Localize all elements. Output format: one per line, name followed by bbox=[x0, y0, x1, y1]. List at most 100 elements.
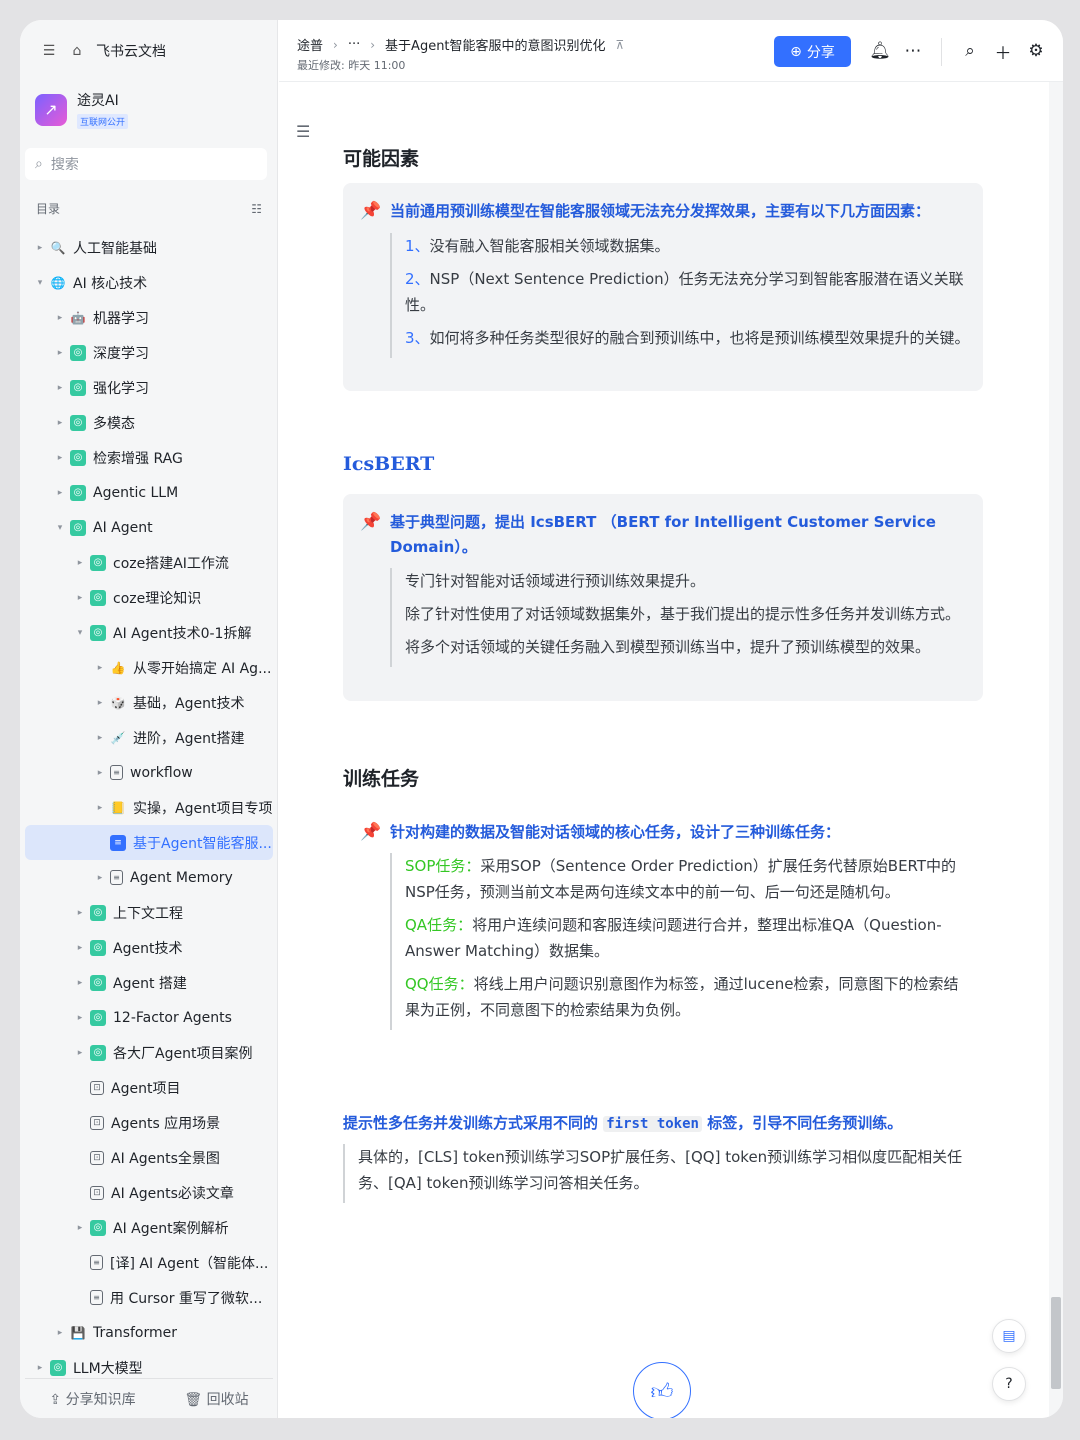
list-item: SOP任务：采用SOP（Sentence Order Prediction）扩展… bbox=[405, 853, 970, 905]
bluedoc-icon: ≡ bbox=[110, 834, 126, 851]
trash-label: 回收站 bbox=[206, 1391, 249, 1408]
sidebar-tree-item[interactable]: ▸ ◎ 多模态 bbox=[25, 405, 273, 440]
search-input[interactable]: ⌕ 搜索 bbox=[25, 148, 267, 180]
more-icon[interactable]: ⋯ bbox=[902, 40, 924, 62]
callout-title: 当前通用预训练模型在智能客服领域无法充分发挥效果，主要有以下几方面因素： bbox=[390, 202, 931, 220]
scrollbar[interactable] bbox=[1049, 82, 1063, 1418]
sidebar-tree-item[interactable]: ▸ ◎ 12-Factor Agents bbox=[25, 1000, 273, 1035]
sidebar-tree-item[interactable]: ▸ ≡ workflow bbox=[25, 755, 273, 790]
caret-down-icon[interactable]: ▾ bbox=[33, 278, 47, 288]
sidebar-tree-item[interactable]: ▾ ◎ AI Agent技术0-1拆解 bbox=[25, 615, 273, 650]
sidebar-tree-item[interactable]: ▸ ◎ Agentic LLM bbox=[25, 475, 273, 510]
doc-icon: ≡ bbox=[110, 765, 123, 780]
caret-right-icon[interactable]: ▸ bbox=[93, 873, 107, 883]
sidebar-tree-item[interactable]: ▸ ≡ Agent Memory bbox=[25, 860, 273, 895]
toc-list-icon[interactable]: ☷ bbox=[251, 202, 262, 216]
sidebar-tree-item[interactable]: ▸ 💉 进阶，Agent搭建 bbox=[25, 720, 273, 755]
collapse-sidebar-icon[interactable]: ☰ bbox=[40, 42, 58, 60]
caret-right-icon[interactable]: ▸ bbox=[73, 1223, 87, 1233]
search-icon[interactable]: ⌕ bbox=[959, 40, 981, 62]
sidebar-tree-item[interactable]: ⊡ Agents 应用场景 bbox=[25, 1105, 273, 1140]
sidebar-tree-item[interactable]: ≡ 用 Cursor 重写了微软... bbox=[25, 1280, 273, 1315]
caret-right-icon[interactable]: ▸ bbox=[73, 908, 87, 918]
sidebar-tree-item[interactable]: ▾ 🌐 AI 核心技术 bbox=[25, 265, 273, 300]
chevron-right-icon: › bbox=[333, 37, 338, 52]
sidebar-tree-item[interactable]: ≡ 基于Agent智能客服... bbox=[25, 825, 273, 860]
list-text: 如何将多种任务类型很好的融合到预训练中，也将是预训练模型效果提升的关键。 bbox=[429, 329, 970, 347]
caret-right-icon[interactable]: ▸ bbox=[73, 593, 87, 603]
sidebar-tree-item[interactable]: ▸ 📒 实操，Agent项目专项 bbox=[25, 790, 273, 825]
bell-icon[interactable]: 🔔︎ bbox=[869, 40, 891, 62]
help-icon[interactable]: ? bbox=[992, 1367, 1026, 1401]
sidebar-tree-item[interactable]: ▸ 💾 Transformer bbox=[25, 1315, 273, 1350]
sidebar-tree-item[interactable]: ▸ ◎ 检索增强 RAG bbox=[25, 440, 273, 475]
sidebar-tree-item[interactable]: ▸ 🎲 基础，Agent技术 bbox=[25, 685, 273, 720]
sidebar-tree-item-label: AI Agents必读文章 bbox=[111, 1185, 234, 1202]
sidebar-tree-item[interactable]: ⊡ Agent项目 bbox=[25, 1070, 273, 1105]
sidebar-tree-item[interactable]: ▸ ◎ 各大厂Agent项目案例 bbox=[25, 1035, 273, 1070]
caret-right-icon[interactable]: ▸ bbox=[73, 1048, 87, 1058]
crumb-more[interactable]: ··· bbox=[348, 37, 360, 52]
caret-right-icon[interactable]: ▸ bbox=[93, 733, 107, 743]
outline-icon[interactable]: ☰ bbox=[296, 122, 310, 141]
caret-right-icon[interactable]: ▸ bbox=[73, 943, 87, 953]
caret-right-icon[interactable]: ▸ bbox=[73, 978, 87, 988]
caret-right-icon[interactable]: ▸ bbox=[93, 698, 107, 708]
sidebar-tree-item[interactable]: ▸ ◎ coze理论知识 bbox=[25, 580, 273, 615]
sidebar-tree-item[interactable]: ▸ ◎ coze搭建AI工作流 bbox=[25, 545, 273, 580]
caret-right-icon[interactable]: ▸ bbox=[53, 383, 67, 393]
dice-icon: 🎲 bbox=[110, 695, 126, 710]
plus-icon[interactable]: ＋ bbox=[992, 40, 1014, 64]
caret-right-icon[interactable]: ▸ bbox=[53, 488, 67, 498]
caret-right-icon[interactable]: ▸ bbox=[53, 418, 67, 428]
caret-right-icon[interactable]: ▸ bbox=[53, 453, 67, 463]
wiki-icon: ◎ bbox=[90, 939, 106, 956]
caret-right-icon[interactable]: ▸ bbox=[93, 803, 107, 813]
caret-down-icon[interactable]: ▾ bbox=[73, 628, 87, 638]
share-kb-label: 分享知识库 bbox=[65, 1391, 136, 1408]
scrollbar-thumb[interactable] bbox=[1051, 1297, 1061, 1389]
sidebar-tree-item[interactable]: ⊡ AI Agents全景图 bbox=[25, 1140, 273, 1175]
share-button[interactable]: ⊕ 分享 bbox=[774, 36, 851, 67]
caret-down-icon[interactable]: ▾ bbox=[53, 523, 67, 533]
sidebar-tree-item[interactable]: ▸ ◎ 深度学习 bbox=[25, 335, 273, 370]
wiki-icon: ◎ bbox=[70, 519, 86, 536]
settings-icon[interactable]: ⚙ bbox=[1025, 40, 1047, 62]
caret-right-icon[interactable]: ▸ bbox=[53, 1328, 67, 1338]
caret-right-icon[interactable]: ▸ bbox=[93, 768, 107, 778]
wiki-icon: ◎ bbox=[70, 344, 86, 361]
task-text: 将用户连续问题和客服连续问题进行合并，整理出标准QA（Question-Answ… bbox=[405, 916, 942, 960]
sidebar-tree-item[interactable]: ▸ ◎ AI Agent案例解析 bbox=[25, 1210, 273, 1245]
caret-right-icon[interactable]: ▸ bbox=[53, 348, 67, 358]
sidebar-tree-item[interactable]: ▸ 🔍 人工智能基础 bbox=[25, 230, 273, 265]
sidebar-tree-item[interactable]: ▸ ◎ 强化学习 bbox=[25, 370, 273, 405]
doc-assist-icon[interactable]: ▤ bbox=[992, 1319, 1026, 1353]
caret-right-icon[interactable]: ▸ bbox=[73, 1013, 87, 1023]
home-icon[interactable]: ⌂ bbox=[68, 42, 86, 60]
caret-right-icon[interactable]: ▸ bbox=[33, 1363, 47, 1373]
caret-right-icon[interactable]: ▸ bbox=[53, 313, 67, 323]
trash-button[interactable]: 🗑 回收站 bbox=[184, 1389, 248, 1409]
sidebar-tree-item[interactable]: ▸ 🤖 机器学习 bbox=[25, 300, 273, 335]
sidebar-tree-item[interactable]: ▸ ◎ Agent 搭建 bbox=[25, 965, 273, 1000]
heading-icsbert: IcsBERT bbox=[343, 453, 435, 475]
sidebar-tree-item[interactable]: ▸ ◎ 上下文工程 bbox=[25, 895, 273, 930]
sidebar-tree-item[interactable]: ▸ ◎ Agent技术 bbox=[25, 930, 273, 965]
sidebar-tree-item[interactable]: ▾ ◎ AI Agent bbox=[25, 510, 273, 545]
crumb-current[interactable]: 基于Agent智能客服中的意图识别优化 bbox=[385, 35, 605, 54]
share-kb-button[interactable]: ⇪ 分享知识库 bbox=[49, 1389, 135, 1409]
sidebar-tree-item[interactable]: ⊡ AI Agents必读文章 bbox=[25, 1175, 273, 1210]
knowledge-base-header[interactable]: ↗ 途灵AI 互联网公开 bbox=[35, 90, 129, 129]
caret-right-icon[interactable]: ▸ bbox=[73, 558, 87, 568]
callout-icsbert: 📌 基于典型问题，提出 IcsBERT （BERT for Intelligen… bbox=[343, 494, 983, 701]
caret-right-icon[interactable]: ▸ bbox=[33, 243, 47, 253]
app-title: 飞书云文档 bbox=[96, 44, 166, 60]
caret-right-icon[interactable]: ▸ bbox=[93, 663, 107, 673]
crumb-root[interactable]: 途普 bbox=[297, 35, 323, 54]
sidebar-tree-item[interactable]: ▸ 👍 从零开始搞定 AI Ag... bbox=[25, 650, 273, 685]
like-button[interactable]: 👍︎ bbox=[633, 1362, 691, 1418]
hand-icon: 👍 bbox=[110, 660, 126, 675]
sidebar-tree-item[interactable]: ≡ [译] AI Agent（智能体... bbox=[25, 1245, 273, 1280]
pushpin-icon: 📌 bbox=[360, 201, 382, 221]
pin-top-icon[interactable]: ⊼ bbox=[616, 38, 625, 52]
